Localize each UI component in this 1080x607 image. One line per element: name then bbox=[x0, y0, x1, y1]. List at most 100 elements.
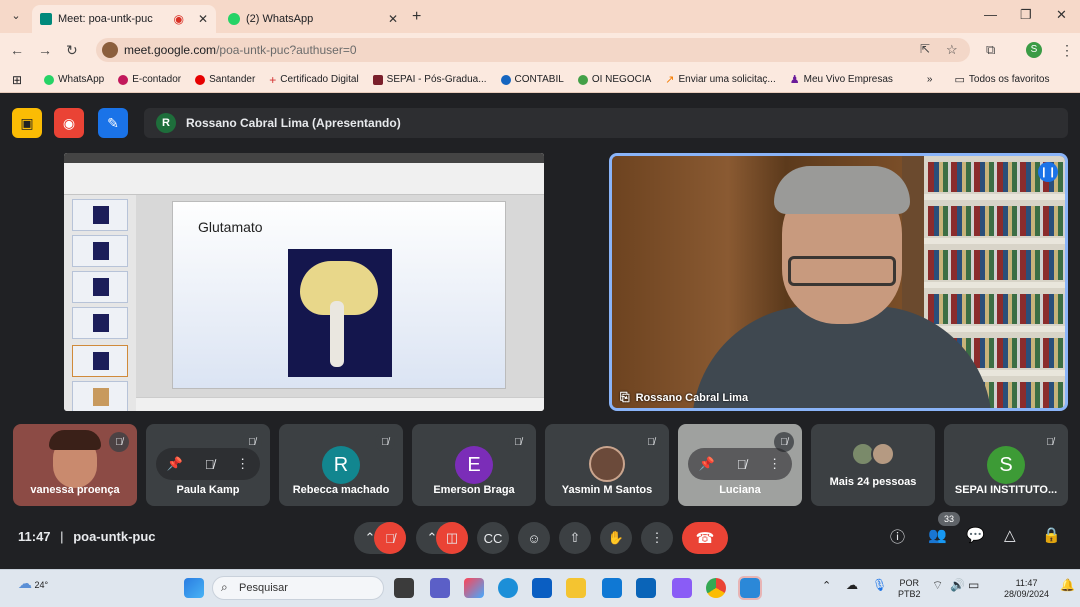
bookmarks-bar: ⊞ WhatsApp E-contador Santander + Certifi… bbox=[0, 67, 1080, 93]
participant-tile[interactable]: 🎙̸ Yasmin M Santos bbox=[545, 424, 669, 506]
bookmark-star-icon[interactable]: ☆ bbox=[946, 42, 958, 58]
new-tab-icon[interactable]: + bbox=[412, 8, 421, 26]
profile-avatar[interactable]: S bbox=[1026, 42, 1042, 58]
chat-icon[interactable]: 💬 bbox=[966, 526, 985, 544]
weather-widget[interactable]: ☁ 24° bbox=[18, 575, 48, 592]
mic-off-icon: 🎙̸ bbox=[641, 432, 661, 452]
meeting-details-icon[interactable]: ⓘ bbox=[890, 526, 905, 547]
bookmarks-more[interactable]: » bbox=[927, 74, 933, 85]
close-tab-icon[interactable]: ✕ bbox=[198, 12, 208, 26]
more-people-tile[interactable]: Mais 24 pessoas bbox=[811, 424, 935, 506]
speaker-tile[interactable]: ⎘ Rossano Cabral Lima bbox=[609, 153, 1068, 411]
presenter-bar: R Rossano Cabral Lima (Apresentando) bbox=[144, 108, 1068, 138]
participant-tile[interactable]: 🎙̸ 📌 🎙̸ ⋮ Paula Kamp bbox=[146, 424, 270, 506]
open-tab-icon[interactable]: ⇱ bbox=[920, 42, 930, 56]
mic-off-button[interactable]: 🎙̸ bbox=[374, 522, 406, 554]
notifications-icon[interactable]: 🔔 bbox=[1060, 579, 1075, 591]
pin-icon[interactable]: 📌 bbox=[699, 456, 715, 472]
whiteboard-icon[interactable]: ✎ bbox=[98, 108, 128, 138]
onedrive-icon[interactable]: ☁ bbox=[846, 579, 858, 591]
bookmark-certificado[interactable]: + Certificado Digital bbox=[269, 73, 358, 87]
extensions-icon[interactable]: ⧉ bbox=[986, 42, 995, 58]
close-tab-icon[interactable]: ✕ bbox=[388, 12, 398, 26]
participant-tile[interactable]: 🎙̸ vanessa proença bbox=[13, 424, 137, 506]
host-controls-icon[interactable]: 🔒 bbox=[1042, 526, 1061, 544]
pin-icon[interactable]: 📌 bbox=[167, 456, 183, 472]
site-info-icon[interactable] bbox=[102, 42, 118, 58]
taskbar-search[interactable]: ⌕ Pesquisar bbox=[212, 576, 384, 600]
outlook-icon[interactable] bbox=[602, 578, 622, 598]
tab-whatsapp-title: (2) WhatsApp bbox=[246, 13, 314, 25]
outlook-classic-icon[interactable] bbox=[636, 578, 656, 598]
all-favorites[interactable]: ▭ Todos os favoritos bbox=[954, 73, 1049, 86]
tab-whatsapp[interactable]: (2) WhatsApp ✕ bbox=[220, 5, 406, 33]
show-hidden-icon[interactable]: ⌃ bbox=[822, 581, 831, 592]
participant-tile[interactable]: 🎙̸ 📌 🎙̸ ⋮ Luciana bbox=[678, 424, 802, 506]
present-button[interactable]: ⇧ bbox=[559, 522, 591, 554]
bookmark-santander[interactable]: Santander bbox=[195, 74, 255, 85]
people-icon[interactable]: 👥 bbox=[928, 526, 947, 544]
bookmark-label: Enviar uma solicitaç... bbox=[678, 74, 776, 85]
participant-name: Yasmin M Santos bbox=[561, 484, 653, 496]
mic-off-icon[interactable]: 🎙̸ bbox=[737, 457, 747, 472]
language-indicator[interactable]: POR PTB2 bbox=[898, 578, 921, 600]
taskbar-clock[interactable]: 11:47 28/09/2024 bbox=[1004, 578, 1049, 600]
explorer-icon[interactable] bbox=[566, 578, 586, 598]
bookmark-label: CONTABIL bbox=[514, 74, 564, 85]
raise-hand-button[interactable]: ✋ bbox=[600, 522, 632, 554]
bookmark-whatsapp[interactable]: WhatsApp bbox=[44, 74, 104, 85]
store-icon[interactable] bbox=[532, 578, 552, 598]
menu-icon[interactable]: ⋮ bbox=[1060, 42, 1074, 59]
slide-thumbnail bbox=[72, 307, 128, 339]
more-options-icon[interactable]: ⋮ bbox=[768, 456, 781, 472]
apps-icon[interactable]: ⊞ bbox=[12, 73, 22, 87]
bookmark-oi-negocia[interactable]: OI NEGOCIA bbox=[577, 74, 651, 85]
task-view-icon[interactable] bbox=[394, 578, 414, 598]
mic-off-icon[interactable]: 🎙̸ bbox=[205, 457, 215, 472]
bookmark-contabil[interactable]: CONTABIL bbox=[500, 74, 564, 85]
photos-icon[interactable] bbox=[738, 576, 762, 600]
participant-tile[interactable]: 🎙̸ S SEPAI INSTITUTO... bbox=[944, 424, 1068, 506]
close-window-icon[interactable]: ✕ bbox=[1056, 7, 1067, 23]
tab-meet[interactable]: Meet: poa-untk-puc ◉ ✕ bbox=[32, 5, 216, 33]
tile-actions: 📌 🎙̸ ⋮ bbox=[156, 448, 260, 480]
back-icon[interactable]: ← bbox=[10, 42, 24, 58]
bookmark-label: WhatsApp bbox=[58, 74, 105, 85]
wifi-icon[interactable]: ⌔ bbox=[932, 579, 943, 591]
bookmark-e-contador[interactable]: E-contador bbox=[118, 74, 181, 85]
participant-tile[interactable]: 🎙̸ R Rebecca machado bbox=[279, 424, 403, 506]
participant-tile[interactable]: 🎙̸ E Emerson Braga bbox=[412, 424, 536, 506]
tab-search-icon[interactable]: ⌄ bbox=[8, 8, 24, 24]
bookmark-sepai[interactable]: SEPAI - Pós-Gradua... bbox=[372, 74, 487, 85]
bookmark-vivo[interactable]: ♟ Meu Vivo Empresas bbox=[790, 73, 893, 86]
camera-off-button[interactable]: ◫ bbox=[436, 522, 468, 554]
start-icon[interactable] bbox=[184, 578, 204, 598]
presentation-tile[interactable]: Glutamato bbox=[64, 153, 544, 411]
presentation-icon[interactable]: ▣ bbox=[12, 108, 42, 138]
record-icon[interactable]: ◉ bbox=[54, 108, 84, 138]
bookmark-label: Santander bbox=[209, 74, 256, 85]
more-options-icon[interactable]: ⋮ bbox=[236, 456, 249, 472]
meet-favicon-icon bbox=[40, 13, 52, 25]
restore-icon[interactable]: ❐ bbox=[1020, 7, 1032, 23]
leave-call-button[interactable]: ☎ bbox=[682, 522, 728, 554]
copilot-icon[interactable] bbox=[464, 578, 484, 598]
reload-icon[interactable]: ↻ bbox=[66, 42, 78, 59]
bookmark-label: E-contador bbox=[132, 74, 182, 85]
captions-button[interactable]: CC bbox=[477, 522, 509, 554]
battery-icon[interactable]: ▭ bbox=[968, 579, 979, 591]
activities-icon[interactable]: △ bbox=[1004, 526, 1016, 544]
minimize-icon[interactable]: — bbox=[984, 7, 997, 22]
address-bar[interactable]: meet.google.com/poa-untk-puc?authuser=0 bbox=[96, 38, 970, 62]
forward-icon[interactable]: → bbox=[38, 42, 52, 58]
bookmark-enviar[interactable]: ↗ Enviar uma solicitaç... bbox=[665, 73, 775, 86]
volume-icon[interactable]: 🔊 bbox=[950, 579, 965, 591]
participant-name: Luciana bbox=[719, 484, 761, 496]
teams-icon[interactable] bbox=[430, 578, 450, 598]
edge-icon[interactable] bbox=[498, 578, 518, 598]
more-options-button[interactable]: ⋮ bbox=[641, 522, 673, 554]
microphone-icon[interactable]: 🎙 bbox=[872, 579, 887, 591]
app-icon[interactable] bbox=[672, 578, 692, 598]
chrome-icon[interactable] bbox=[706, 578, 726, 598]
emoji-button[interactable]: ☺ bbox=[518, 522, 550, 554]
